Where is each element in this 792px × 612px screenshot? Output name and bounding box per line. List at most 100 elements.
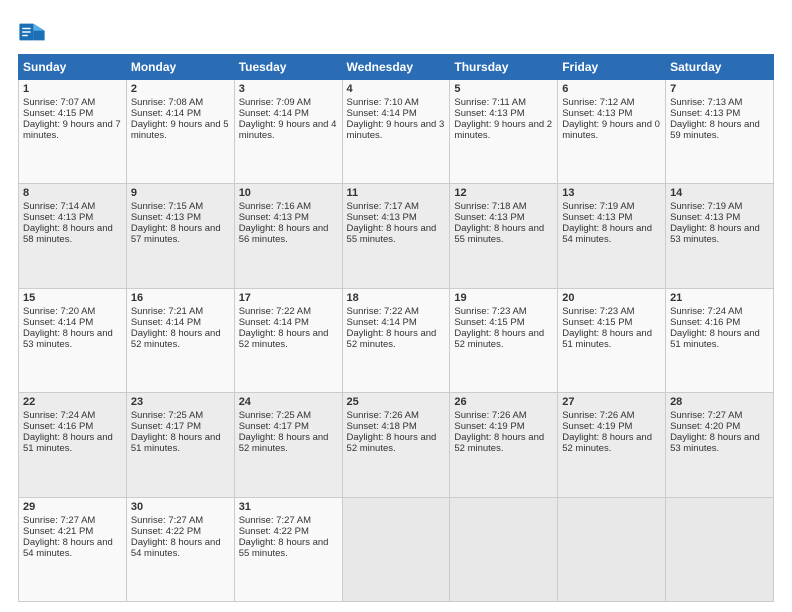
header-day: Tuesday xyxy=(234,55,342,80)
daylight-text: Daylight: 8 hours and 55 minutes. xyxy=(454,223,553,245)
calendar-cell: 7Sunrise: 7:13 AMSunset: 4:13 PMDaylight… xyxy=(666,80,774,184)
calendar-cell: 4Sunrise: 7:10 AMSunset: 4:14 PMDaylight… xyxy=(342,80,450,184)
sunrise-text: Sunrise: 7:23 AM xyxy=(454,306,553,317)
daylight-text: Daylight: 8 hours and 52 minutes. xyxy=(454,432,553,454)
sunset-text: Sunset: 4:21 PM xyxy=(23,526,122,537)
calendar-cell: 10Sunrise: 7:16 AMSunset: 4:13 PMDayligh… xyxy=(234,184,342,288)
daylight-text: Daylight: 9 hours and 5 minutes. xyxy=(131,119,230,141)
daylight-text: Daylight: 8 hours and 52 minutes. xyxy=(347,328,446,350)
day-number: 3 xyxy=(239,83,338,95)
calendar-cell: 18Sunrise: 7:22 AMSunset: 4:14 PMDayligh… xyxy=(342,288,450,392)
day-number: 5 xyxy=(454,83,553,95)
sunset-text: Sunset: 4:15 PM xyxy=(454,317,553,328)
header xyxy=(18,18,774,46)
day-number: 4 xyxy=(347,83,446,95)
day-number: 8 xyxy=(23,187,122,199)
sunset-text: Sunset: 4:20 PM xyxy=(670,421,769,432)
calendar-cell: 11Sunrise: 7:17 AMSunset: 4:13 PMDayligh… xyxy=(342,184,450,288)
day-number: 21 xyxy=(670,292,769,304)
daylight-text: Daylight: 9 hours and 3 minutes. xyxy=(347,119,446,141)
sunset-text: Sunset: 4:17 PM xyxy=(239,421,338,432)
day-number: 30 xyxy=(131,501,230,513)
calendar-cell: 16Sunrise: 7:21 AMSunset: 4:14 PMDayligh… xyxy=(126,288,234,392)
calendar-cell: 29Sunrise: 7:27 AMSunset: 4:21 PMDayligh… xyxy=(19,497,127,601)
calendar-cell: 31Sunrise: 7:27 AMSunset: 4:22 PMDayligh… xyxy=(234,497,342,601)
sunrise-text: Sunrise: 7:22 AM xyxy=(347,306,446,317)
calendar-cell: 27Sunrise: 7:26 AMSunset: 4:19 PMDayligh… xyxy=(558,393,666,497)
calendar-cell xyxy=(450,497,558,601)
sunrise-text: Sunrise: 7:21 AM xyxy=(131,306,230,317)
calendar-cell: 5Sunrise: 7:11 AMSunset: 4:13 PMDaylight… xyxy=(450,80,558,184)
sunset-text: Sunset: 4:13 PM xyxy=(562,212,661,223)
day-number: 14 xyxy=(670,187,769,199)
daylight-text: Daylight: 8 hours and 53 minutes. xyxy=(23,328,122,350)
day-number: 29 xyxy=(23,501,122,513)
logo-icon xyxy=(18,18,46,46)
calendar-table: SundayMondayTuesdayWednesdayThursdayFrid… xyxy=(18,54,774,602)
daylight-text: Daylight: 8 hours and 52 minutes. xyxy=(131,328,230,350)
daylight-text: Daylight: 8 hours and 52 minutes. xyxy=(239,432,338,454)
sunset-text: Sunset: 4:14 PM xyxy=(347,317,446,328)
day-number: 23 xyxy=(131,396,230,408)
daylight-text: Daylight: 8 hours and 51 minutes. xyxy=(670,328,769,350)
calendar-cell: 8Sunrise: 7:14 AMSunset: 4:13 PMDaylight… xyxy=(19,184,127,288)
daylight-text: Daylight: 8 hours and 52 minutes. xyxy=(239,328,338,350)
sunrise-text: Sunrise: 7:20 AM xyxy=(23,306,122,317)
calendar-cell: 19Sunrise: 7:23 AMSunset: 4:15 PMDayligh… xyxy=(450,288,558,392)
daylight-text: Daylight: 8 hours and 51 minutes. xyxy=(562,328,661,350)
header-day: Thursday xyxy=(450,55,558,80)
calendar-cell: 12Sunrise: 7:18 AMSunset: 4:13 PMDayligh… xyxy=(450,184,558,288)
sunset-text: Sunset: 4:13 PM xyxy=(454,108,553,119)
calendar-cell: 2Sunrise: 7:08 AMSunset: 4:14 PMDaylight… xyxy=(126,80,234,184)
sunrise-text: Sunrise: 7:25 AM xyxy=(239,410,338,421)
calendar-cell: 6Sunrise: 7:12 AMSunset: 4:13 PMDaylight… xyxy=(558,80,666,184)
calendar-cell xyxy=(666,497,774,601)
sunset-text: Sunset: 4:19 PM xyxy=(562,421,661,432)
day-number: 10 xyxy=(239,187,338,199)
header-day: Saturday xyxy=(666,55,774,80)
header-day: Friday xyxy=(558,55,666,80)
header-row: SundayMondayTuesdayWednesdayThursdayFrid… xyxy=(19,55,774,80)
sunrise-text: Sunrise: 7:08 AM xyxy=(131,97,230,108)
sunset-text: Sunset: 4:13 PM xyxy=(131,212,230,223)
daylight-text: Daylight: 8 hours and 58 minutes. xyxy=(23,223,122,245)
calendar-week-row: 15Sunrise: 7:20 AMSunset: 4:14 PMDayligh… xyxy=(19,288,774,392)
calendar-cell: 3Sunrise: 7:09 AMSunset: 4:14 PMDaylight… xyxy=(234,80,342,184)
sunset-text: Sunset: 4:14 PM xyxy=(239,108,338,119)
page: SundayMondayTuesdayWednesdayThursdayFrid… xyxy=(0,0,792,612)
sunrise-text: Sunrise: 7:13 AM xyxy=(670,97,769,108)
calendar-week-row: 22Sunrise: 7:24 AMSunset: 4:16 PMDayligh… xyxy=(19,393,774,497)
day-number: 24 xyxy=(239,396,338,408)
daylight-text: Daylight: 8 hours and 56 minutes. xyxy=(239,223,338,245)
sunrise-text: Sunrise: 7:12 AM xyxy=(562,97,661,108)
calendar-cell: 9Sunrise: 7:15 AMSunset: 4:13 PMDaylight… xyxy=(126,184,234,288)
sunrise-text: Sunrise: 7:22 AM xyxy=(239,306,338,317)
logo xyxy=(18,18,50,46)
sunset-text: Sunset: 4:13 PM xyxy=(454,212,553,223)
daylight-text: Daylight: 8 hours and 51 minutes. xyxy=(23,432,122,454)
daylight-text: Daylight: 8 hours and 53 minutes. xyxy=(670,223,769,245)
sunset-text: Sunset: 4:22 PM xyxy=(239,526,338,537)
calendar-cell: 17 Sunrise: 7:22 AMSunset: 4:14 PMDayligh… xyxy=(234,288,342,392)
calendar-week-row: 1Sunrise: 7:07 AMSunset: 4:15 PMDaylight… xyxy=(19,80,774,184)
sunset-text: Sunset: 4:14 PM xyxy=(239,317,338,328)
sunrise-text: Sunrise: 7:24 AM xyxy=(670,306,769,317)
header-day: Wednesday xyxy=(342,55,450,80)
daylight-text: Daylight: 8 hours and 59 minutes. xyxy=(670,119,769,141)
day-number: 31 xyxy=(239,501,338,513)
sunset-text: Sunset: 4:14 PM xyxy=(23,317,122,328)
sunset-text: Sunset: 4:16 PM xyxy=(670,317,769,328)
day-number: 17 xyxy=(239,292,338,304)
daylight-text: Daylight: 8 hours and 53 minutes. xyxy=(670,432,769,454)
sunrise-text: Sunrise: 7:16 AM xyxy=(239,201,338,212)
sunset-text: Sunset: 4:16 PM xyxy=(23,421,122,432)
sunrise-text: Sunrise: 7:23 AM xyxy=(562,306,661,317)
calendar-cell: 14Sunrise: 7:19 AMSunset: 4:13 PMDayligh… xyxy=(666,184,774,288)
sunset-text: Sunset: 4:14 PM xyxy=(347,108,446,119)
day-number: 25 xyxy=(347,396,446,408)
calendar-cell: 24 Sunrise: 7:25 AMSunset: 4:17 PMDayligh… xyxy=(234,393,342,497)
sunset-text: Sunset: 4:14 PM xyxy=(131,108,230,119)
day-number: 11 xyxy=(347,187,446,199)
calendar-cell: 21 Sunrise: 7:24 AMSunset: 4:16 PMDayligh… xyxy=(666,288,774,392)
calendar-cell: 28Sunrise: 7:27 AMSunset: 4:20 PMDayligh… xyxy=(666,393,774,497)
